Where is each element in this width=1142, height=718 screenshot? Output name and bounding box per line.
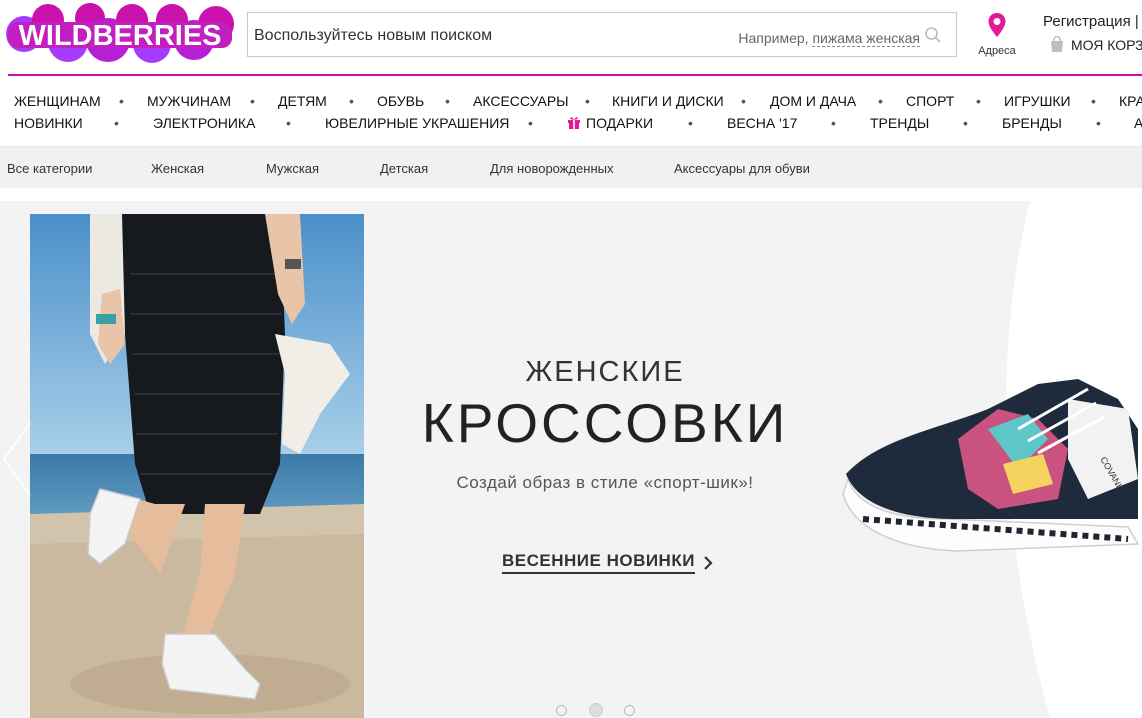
carousel-dot-active[interactable] xyxy=(589,703,603,717)
menu-separator: • xyxy=(1096,115,1101,131)
location-pin-icon xyxy=(988,13,1006,37)
spring-new-arrivals-link[interactable]: ВЕСЕННИЕ НОВИНКИ xyxy=(502,551,713,574)
carousel-dot[interactable] xyxy=(556,705,567,716)
register-link[interactable]: Регистрация | xyxy=(1043,13,1139,30)
promo-banner[interactable]: ЖЕНСКИЕ КРОССОВКИ Создай образ в стиле «… xyxy=(0,201,1142,718)
carousel-prev-arrow[interactable] xyxy=(0,419,36,499)
spring-new-arrivals-label: ВЕСЕННИЕ НОВИНКИ xyxy=(502,551,695,574)
menu-item-toys[interactable]: ИГРУШКИ xyxy=(1004,93,1071,109)
menu-separator: • xyxy=(1091,93,1096,109)
gift-icon xyxy=(568,117,580,129)
banner-description: Создай образ в стиле «спорт-шик»! xyxy=(456,473,754,492)
menu-item-jewelry[interactable]: ЮВЕЛИРНЫЕ УКРАШЕНИЯ xyxy=(325,115,509,131)
menu-item-shoes[interactable]: ОБУВЬ xyxy=(377,93,424,109)
subcategory-bar: Все категории Женская Мужская Детская Дл… xyxy=(0,146,1142,188)
menu-separator: • xyxy=(286,115,291,131)
site-header: WILDBERRIES Воспользуйтесь новым поиском… xyxy=(0,0,1142,76)
main-menu-row-1: ЖЕНЩИНАМ • МУЖЧИНАМ • ДЕТЯМ • ОБУВЬ • АК… xyxy=(0,93,1142,111)
subcategory-men[interactable]: Мужская xyxy=(266,161,319,176)
chevron-right-icon xyxy=(704,555,713,570)
banner-model-photo xyxy=(30,214,364,718)
subcategory-women[interactable]: Женская xyxy=(151,161,204,176)
banner-subtitle: ЖЕНСКИЕ xyxy=(525,356,685,388)
menu-item-gifts[interactable]: ПОДАРКИ xyxy=(567,115,653,131)
menu-item-beauty[interactable]: КРА xyxy=(1119,93,1142,109)
search-icon[interactable] xyxy=(924,26,942,44)
menu-separator: • xyxy=(445,93,450,109)
search-input[interactable]: Воспользуйтесь новым поиском xyxy=(254,27,492,45)
menu-item-trends[interactable]: ТРЕНДЫ xyxy=(870,115,929,131)
cart-label: МОЯ КОРЗ xyxy=(1071,36,1142,53)
wildberries-logo[interactable]: WILDBERRIES xyxy=(4,2,236,66)
menu-separator: • xyxy=(528,115,533,131)
subcategory-shoe-accessories[interactable]: Аксессуары для обуви xyxy=(674,161,810,176)
menu-separator: • xyxy=(831,115,836,131)
menu-separator: • xyxy=(349,93,354,109)
search-hint: Например, пижама женская xyxy=(738,30,920,47)
search-hint-example[interactable]: пижама женская xyxy=(812,30,920,47)
menu-item-kids[interactable]: ДЕТЯМ xyxy=(278,93,327,109)
subcategory-newborns[interactable]: Для новорожденных xyxy=(490,161,613,176)
menu-separator: • xyxy=(585,93,590,109)
menu-separator: • xyxy=(741,93,746,109)
menu-separator: • xyxy=(250,93,255,109)
menu-item-accessories[interactable]: АКСЕССУАРЫ xyxy=(473,93,569,109)
addresses-label: Адреса xyxy=(978,45,1016,57)
menu-item-brands[interactable]: БРЕНДЫ xyxy=(1002,115,1062,131)
header-divider xyxy=(8,74,1142,76)
menu-separator: • xyxy=(963,115,968,131)
search-hint-prefix: Например, xyxy=(738,30,809,46)
menu-separator: • xyxy=(114,115,119,131)
shopping-bag-icon xyxy=(1051,36,1063,52)
addresses-link[interactable]: Адреса xyxy=(973,12,1021,57)
carousel-pagination xyxy=(554,703,644,718)
menu-item-spring[interactable]: ВЕСНА '17 xyxy=(727,115,797,131)
menu-separator: • xyxy=(878,93,883,109)
banner-title: КРОССОВКИ xyxy=(421,392,789,454)
cart-link[interactable]: МОЯ КОРЗ xyxy=(1049,36,1142,53)
menu-item-more[interactable]: А xyxy=(1134,115,1142,131)
search-box[interactable]: Воспользуйтесь новым поиском Например, п… xyxy=(247,12,957,57)
main-menu-row-2: НОВИНКИ • ЭЛЕКТРОНИКА • ЮВЕЛИРНЫЕ УКРАШЕ… xyxy=(0,115,1142,133)
logo-text: WILDBERRIES xyxy=(19,20,222,52)
carousel-dot[interactable] xyxy=(624,705,635,716)
subcategory-all[interactable]: Все категории xyxy=(7,161,92,176)
menu-item-books[interactable]: КНИГИ И ДИСКИ xyxy=(612,93,724,109)
menu-item-home[interactable]: ДОМ И ДАЧА xyxy=(770,93,856,109)
menu-item-men[interactable]: МУЖЧИНАМ xyxy=(147,93,231,109)
menu-item-gifts-label: ПОДАРКИ xyxy=(586,115,654,131)
menu-item-new[interactable]: НОВИНКИ xyxy=(14,115,83,131)
subcategory-kids[interactable]: Детская xyxy=(380,161,428,176)
menu-item-sport[interactable]: СПОРТ xyxy=(906,93,954,109)
menu-separator: • xyxy=(976,93,981,109)
menu-separator: • xyxy=(119,93,124,109)
sneaker-product-image[interactable]: COVANI xyxy=(838,369,1142,559)
menu-item-electronics[interactable]: ЭЛЕКТРОНИКА xyxy=(153,115,255,131)
menu-separator: • xyxy=(688,115,693,131)
menu-item-women[interactable]: ЖЕНЩИНАМ xyxy=(14,93,101,109)
